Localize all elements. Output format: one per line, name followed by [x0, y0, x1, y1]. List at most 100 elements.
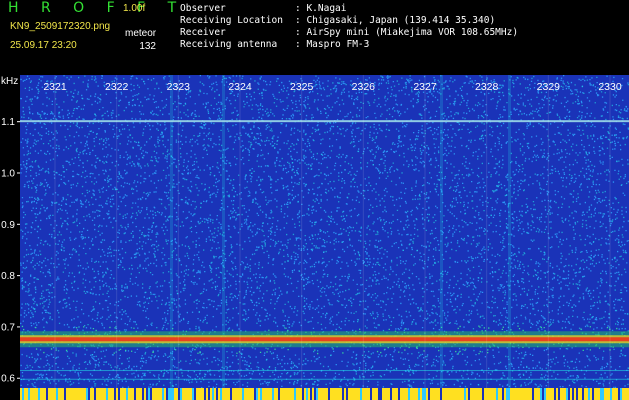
bottom-strip-cell: [140, 388, 142, 400]
bottom-strip-cell: [26, 388, 28, 400]
bottom-strip-cell: [474, 388, 476, 400]
bottom-strip-cell: [590, 388, 592, 400]
lower-line-1: [20, 378, 629, 380]
bottom-strip-cell: [320, 388, 322, 400]
bottom-strip-cell: [324, 388, 326, 400]
time-tick-label: 2326: [352, 81, 376, 93]
bottom-strip-cell: [70, 388, 72, 400]
bottom-strip-cell: [594, 388, 596, 400]
bottom-strip-cell: [498, 388, 500, 400]
bottom-strip-cell: [336, 388, 338, 400]
bottom-strip-cell: [138, 388, 140, 400]
bottom-strip-cell: [334, 388, 336, 400]
timestamp-label: 25.09.17 23:20: [10, 40, 77, 51]
bottom-strip-cell: [458, 388, 460, 400]
bottom-strip-cell: [136, 388, 138, 400]
observer-key: Observer: [180, 3, 226, 14]
bottom-strip-cell: [42, 388, 44, 400]
time-tick-label: 2330: [598, 81, 622, 93]
bottom-strip-cell: [268, 388, 270, 400]
receiver-value: : AirSpy mini (Miakejima VOR 108.65MHz): [295, 27, 519, 38]
bottom-strip-cell: [278, 388, 280, 400]
bottom-strip-cell: [390, 388, 392, 400]
bottom-strip-cell: [468, 388, 470, 400]
time-gridline-2324: [239, 75, 241, 388]
bottom-strip-cell: [416, 388, 418, 400]
bottom-strip-cell: [604, 388, 606, 400]
bottom-strip-cell: [168, 388, 170, 400]
bottom-strip-cell: [450, 388, 452, 400]
bottom-strip-cell: [330, 388, 332, 400]
bottom-strip-cell: [352, 388, 354, 400]
bottom-strip-cell: [202, 388, 204, 400]
bottom-strip-cell: [472, 388, 474, 400]
bottom-strip-cell: [162, 388, 164, 400]
bottom-strip-cell: [328, 388, 330, 400]
bottom-strip-cell: [622, 388, 624, 400]
bottom-strip-cell: [512, 388, 514, 400]
bottom-strip-cell: [192, 388, 194, 400]
bottom-strip-cell: [560, 388, 562, 400]
bottom-strip-cell: [580, 388, 582, 400]
bottom-strip-cell: [34, 388, 36, 400]
bottom-strip-cell: [456, 388, 458, 400]
bottom-strip-cell: [442, 388, 444, 400]
bottom-strip-cell: [488, 388, 490, 400]
bottom-strip-cell: [252, 388, 254, 400]
bottom-strip-cell: [576, 388, 578, 400]
bottom-strip-cell: [536, 388, 538, 400]
bottom-strip-cell: [526, 388, 528, 400]
bottom-strip-cell: [88, 388, 90, 400]
bottom-strip-cell: [544, 388, 546, 400]
bottom-strip-cell: [606, 388, 608, 400]
bottom-strip-cell: [242, 388, 244, 400]
bottom-strip-cell: [236, 388, 238, 400]
bottom-strip-cell: [460, 388, 462, 400]
bottom-strip-cell: [184, 388, 186, 400]
time-tick-label: 2323: [167, 81, 191, 93]
bottom-strip-cell: [494, 388, 496, 400]
bottom-strip-cell: [92, 388, 94, 400]
bottom-strip-cell: [96, 388, 98, 400]
bottom-strip-cell: [434, 388, 436, 400]
time-gridline-2323: [177, 75, 179, 388]
location-key: Receiving Location: [180, 15, 283, 26]
bottom-strip-cell: [74, 388, 76, 400]
meteor-count: 132: [139, 41, 156, 52]
observer-row: Observer: K.Nagai: [180, 3, 346, 14]
bottom-strip-cell: [566, 388, 568, 400]
bottom-strip-cell: [238, 388, 240, 400]
bottom-strip-cell: [296, 388, 298, 400]
bottom-strip-cell: [418, 388, 420, 400]
bottom-strip-cell: [618, 388, 620, 400]
bottom-strip-cell: [98, 388, 100, 400]
bottom-strip-cell: [476, 388, 478, 400]
bottom-strip-cell: [300, 388, 302, 400]
bottom-strip-cell: [120, 388, 122, 400]
bottom-strip-cell: [254, 388, 256, 400]
bottom-strip-cell: [532, 388, 534, 400]
bottom-strip-cell: [260, 388, 262, 400]
bottom-strip-cell: [112, 388, 114, 400]
bottom-strip-cell: [542, 388, 544, 400]
bottom-strip-cell: [374, 388, 376, 400]
bottom-strip-cell: [214, 388, 216, 400]
meteor-label: meteor: [125, 28, 157, 39]
bottom-strip-cell: [232, 388, 234, 400]
bottom-strip-cell: [400, 388, 402, 400]
bottom-strip-cell: [372, 388, 374, 400]
bottom-strip-cell: [478, 388, 480, 400]
bottom-strip-cell: [546, 388, 548, 400]
bottom-strip-cell: [264, 388, 266, 400]
bottom-strip-cell: [230, 388, 232, 400]
bottom-strip-cell: [134, 388, 136, 400]
bottom-strip-cell: [354, 388, 356, 400]
bottom-strip-cell: [128, 388, 130, 400]
bottom-strip-cell: [56, 388, 58, 400]
bottom-strip-cell: [438, 388, 440, 400]
bottom-strip-cell: [598, 388, 600, 400]
bottom-strip-cell: [626, 388, 628, 400]
bottom-strip-cell: [534, 388, 536, 400]
bottom-strip-cell: [226, 388, 228, 400]
bottom-strip-cell: [358, 388, 360, 400]
